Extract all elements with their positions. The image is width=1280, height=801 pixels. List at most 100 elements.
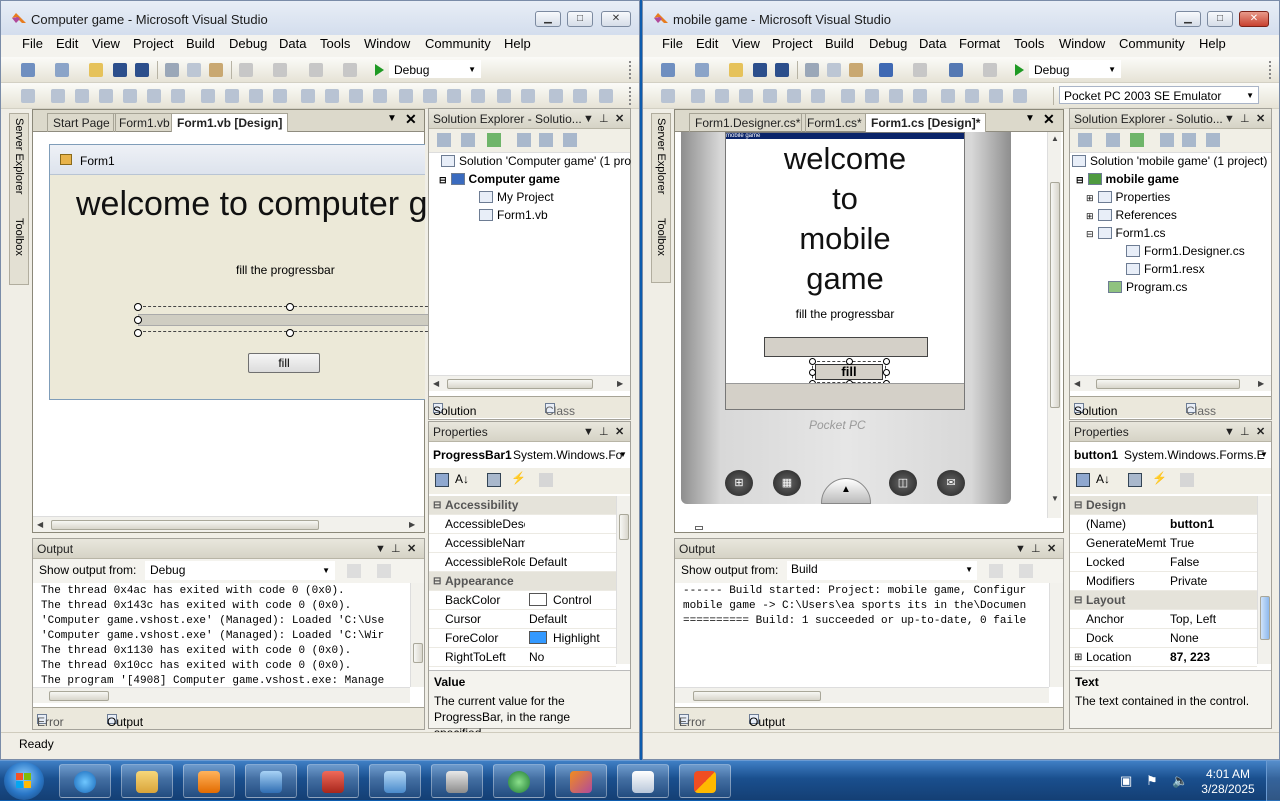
save-all-icon[interactable]: [135, 63, 149, 77]
center-horizontally-icon[interactable]: [497, 89, 511, 103]
close-button[interactable]: ✕: [1239, 11, 1269, 27]
property-pages-icon[interactable]: [1180, 473, 1194, 487]
close-panel-icon[interactable]: ✕: [615, 109, 624, 129]
close-button[interactable]: ✕: [601, 11, 631, 27]
object-selector[interactable]: ProgressBar1 System.Windows.Fo ▼: [429, 444, 630, 466]
property-row[interactable]: Cursor Default: [429, 610, 616, 629]
property-row[interactable]: Modifiers Private: [1070, 572, 1257, 591]
menu-view[interactable]: View: [732, 36, 760, 51]
menu-project[interactable]: Project: [133, 36, 173, 51]
solution-configuration-select[interactable]: Debug ▼: [389, 60, 481, 78]
taskbar-media-player[interactable]: [183, 764, 235, 798]
h-spacing-remove-icon[interactable]: [373, 89, 387, 103]
v-spacing-remove-icon[interactable]: [471, 89, 485, 103]
v-spacing-decrease-icon[interactable]: [447, 89, 461, 103]
menu-community[interactable]: Community: [1119, 36, 1185, 51]
tray-clock[interactable]: 4:01 AM 3/28/2025: [1196, 767, 1260, 797]
resize-handle[interactable]: [286, 303, 294, 311]
progressbar-selection[interactable]: [134, 303, 438, 337]
network-icon[interactable]: ▣: [1120, 773, 1132, 789]
paste-icon[interactable]: [209, 63, 223, 77]
v-spacing-icon[interactable]: [399, 89, 413, 103]
pin-icon[interactable]: ⊥: [391, 539, 401, 559]
windows-start-icon[interactable]: ⊞: [725, 470, 753, 496]
tree-item-my-project[interactable]: My Project: [479, 190, 554, 204]
menu-view[interactable]: View: [92, 36, 120, 51]
dropdown-icon[interactable]: ▼: [1224, 422, 1235, 442]
view-code-icon[interactable]: [1160, 133, 1174, 147]
fill-button[interactable]: fill: [248, 353, 320, 373]
close-panel-icon[interactable]: ✕: [1256, 422, 1265, 442]
toolbox-tab[interactable]: Toolbox: [653, 218, 669, 256]
properties-icon[interactable]: [1078, 133, 1092, 147]
tab-form1-vb[interactable]: Form1.vb: [113, 113, 176, 132]
taskbar-file-explorer[interactable]: [121, 764, 173, 798]
button-selection[interactable]: fill: [809, 358, 890, 387]
navigate-back-icon[interactable]: [949, 63, 963, 77]
output-hscrollbar[interactable]: [33, 687, 410, 703]
same-height-icon[interactable]: [225, 89, 239, 103]
tree-item-form1-resx[interactable]: Form1.resx: [1126, 262, 1205, 276]
align-center-icon[interactable]: [715, 89, 729, 103]
menu-window[interactable]: Window: [1059, 36, 1105, 51]
tree-item-properties[interactable]: ⊞ Properties: [1086, 190, 1170, 204]
align-top-icon[interactable]: [763, 89, 777, 103]
toolbar-grip[interactable]: [629, 61, 635, 79]
properties-view-icon[interactable]: [487, 473, 501, 487]
resize-handle[interactable]: [134, 303, 142, 311]
progressbar1[interactable]: [138, 314, 438, 326]
align-bottom-icon[interactable]: [171, 89, 185, 103]
output-source-select[interactable]: Debug ▼: [145, 561, 335, 580]
size-to-grid-icon[interactable]: [273, 89, 287, 103]
solution-configuration-select[interactable]: Debug ▼: [1029, 60, 1121, 78]
same-width-icon[interactable]: [201, 89, 215, 103]
pin-icon[interactable]: ⊥: [1031, 539, 1041, 559]
output-source-select[interactable]: Build ▼: [787, 561, 977, 580]
resize-handle[interactable]: [134, 316, 142, 324]
add-project-icon[interactable]: [661, 63, 675, 77]
tree-item-form1[interactable]: Form1.vb: [479, 208, 548, 222]
same-size-icon[interactable]: [889, 89, 903, 103]
add-item-icon[interactable]: [695, 63, 709, 77]
find-icon[interactable]: [347, 564, 361, 578]
property-row[interactable]: AccessibleDesc: [429, 515, 616, 534]
title-bar[interactable]: Computer game - Microsoft Visual Studio …: [1, 1, 639, 37]
dropdown-icon[interactable]: ▼: [583, 109, 594, 129]
menu-build[interactable]: Build: [825, 36, 854, 51]
mail-icon[interactable]: ✉: [937, 470, 965, 496]
close-document-icon[interactable]: ✕: [1043, 111, 1055, 128]
h-spacing-icon[interactable]: [941, 89, 955, 103]
center-vertically-icon[interactable]: [521, 89, 535, 103]
refresh-icon[interactable]: [487, 133, 501, 147]
h-spacing-decrease-icon[interactable]: [989, 89, 1003, 103]
align-grid-icon[interactable]: [661, 89, 675, 103]
align-top-icon[interactable]: [123, 89, 137, 103]
property-row[interactable]: Dock None: [1070, 629, 1257, 648]
tree-item-project[interactable]: ⊟ mobile game: [1076, 172, 1179, 186]
taskbar-remote-desktop[interactable]: [245, 764, 297, 798]
taskbar-control-panel[interactable]: [369, 764, 421, 798]
align-center-icon[interactable]: [75, 89, 89, 103]
navigate-forward-icon[interactable]: [983, 63, 997, 77]
view-designer-icon[interactable]: [539, 133, 553, 147]
menu-help[interactable]: Help: [504, 36, 531, 51]
taskbar-toolbox-app[interactable]: [307, 764, 359, 798]
dropdown-icon[interactable]: ▼: [1015, 539, 1026, 559]
dropdown-icon[interactable]: ▼: [1224, 109, 1235, 129]
title-bar[interactable]: mobile game - Microsoft Visual Studio ▁ …: [643, 1, 1279, 37]
save-all-icon[interactable]: [775, 63, 789, 77]
cut-icon[interactable]: [805, 63, 819, 77]
tree-item-form1-cs[interactable]: ⊟ Form1.cs: [1086, 226, 1166, 240]
component-tray-handle[interactable]: [695, 526, 703, 530]
pin-icon[interactable]: ⊥: [1240, 109, 1250, 129]
bring-to-front-icon[interactable]: [549, 89, 563, 103]
undo-icon[interactable]: [239, 63, 253, 77]
instruction-label[interactable]: fill the progressbar: [726, 307, 964, 321]
toolbar-grip[interactable]: [1269, 61, 1275, 79]
size-to-grid-icon[interactable]: [913, 89, 927, 103]
property-row[interactable]: Anchor Top, Left: [1070, 610, 1257, 629]
tab-form1-design[interactable]: Form1.cs [Design]*: [865, 113, 987, 132]
resize-handle[interactable]: [134, 329, 142, 337]
properties-icon[interactable]: [437, 133, 451, 147]
view-code-icon[interactable]: [517, 133, 531, 147]
